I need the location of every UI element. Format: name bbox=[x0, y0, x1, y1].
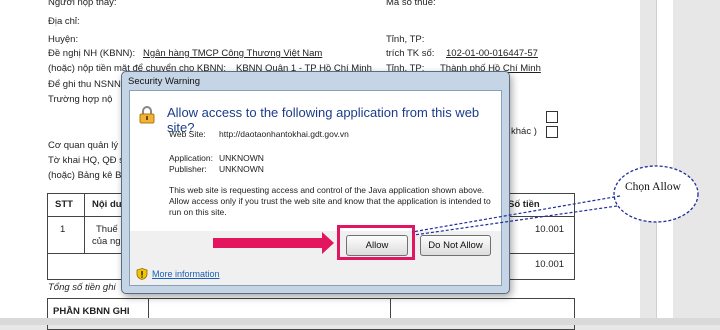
pink-arrow-icon bbox=[213, 232, 334, 254]
annotation-overlay bbox=[213, 165, 699, 254]
callout-pointer bbox=[411, 195, 621, 233]
callout-bubble bbox=[613, 165, 699, 223]
callout-text: Chọn Allow bbox=[625, 181, 681, 193]
callout-pointer bbox=[413, 205, 618, 236]
